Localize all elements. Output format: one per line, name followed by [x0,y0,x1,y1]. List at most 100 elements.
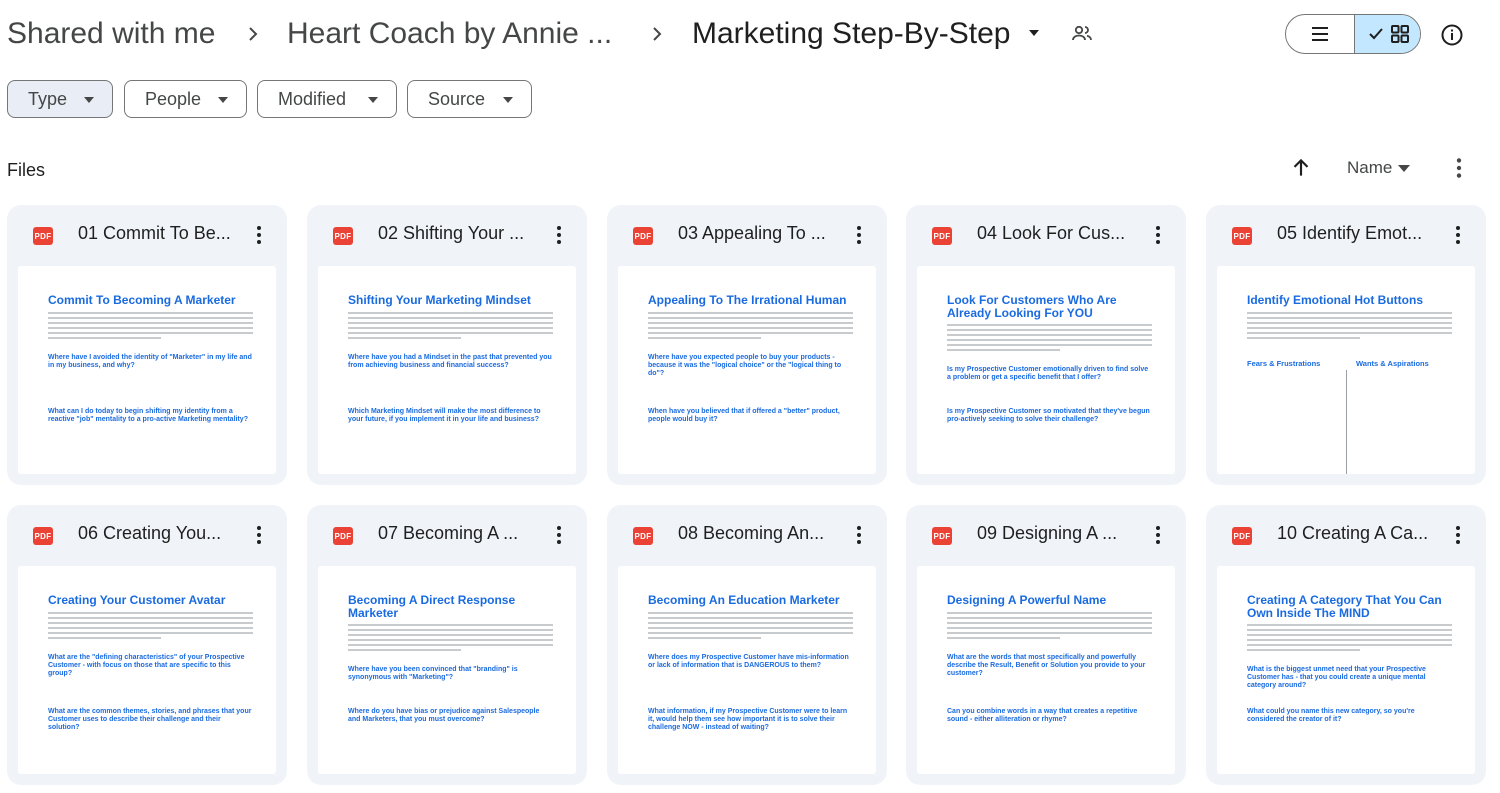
preview-heading: Becoming An Education Marketer [648,593,840,607]
pdf-icon: PDF [633,527,653,545]
preview-question: What are the "defining characteristics" … [48,654,245,677]
pdf-icon: PDF [333,227,353,245]
file-name: 04 Look For Cus... [977,223,1126,243]
chevron-right-icon [653,27,662,41]
breadcrumb-heart-coach[interactable]: Heart Coach by Annie ... [287,14,612,54]
filter-source[interactable]: Source [407,80,532,118]
preview-column-heading: Wants & Aspirations [1356,359,1429,368]
more-options-icon[interactable] [1146,223,1170,247]
file-name: 10 Creating A Ca... [1277,523,1429,543]
file-preview: Look For Customers Who Are Already Looki… [917,266,1175,474]
preview-question: Where have I avoided the identity of "Ma… [48,354,252,369]
sort-by-name-button[interactable]: Name [1347,158,1392,178]
filter-modified[interactable]: Modified [257,80,397,118]
pdf-icon: PDF [333,527,353,545]
file-card[interactable]: PDF 04 Look For Cus... Look For Customers … [906,205,1186,485]
file-preview: Commit To Becoming A Marketer Where have … [18,266,276,474]
pdf-icon: PDF [932,227,952,245]
shared-people-icon[interactable] [1070,22,1094,46]
file-name: 06 Creating You... [78,523,222,543]
pdf-icon: PDF [33,527,53,545]
preview-question: What are the words that most specificall… [947,654,1146,677]
list-view-button[interactable] [1286,15,1354,53]
top-bar: Shared with me Heart Coach by Annie ... … [0,0,1500,70]
file-card[interactable]: PDF 05 Identify Emot... Identify Emotional… [1206,205,1486,485]
more-options-icon[interactable] [1146,523,1170,547]
pdf-icon: PDF [633,227,653,245]
file-preview: Creating Your Customer Avatar What are th… [18,566,276,774]
preview-body-text [48,612,253,650]
file-card[interactable]: PDF 01 Commit To Be... Commit To Becoming … [7,205,287,485]
breadcrumb-shared-with-me[interactable]: Shared with me [7,14,215,54]
more-options-icon[interactable] [547,523,571,547]
preview-heading: Creating A Category That You Can Own Ins… [1247,593,1442,620]
preview-column-divider [1346,370,1347,474]
sort-direction-arrow-icon[interactable] [1288,155,1314,181]
breadcrumb-current-folder[interactable]: Marketing Step-By-Step [692,14,1010,54]
info-icon[interactable] [1440,23,1464,47]
preview-body-text [1247,624,1452,662]
preview-question: Where have you expected people to buy yo… [648,354,842,377]
file-preview: Creating A Category That You Can Own Ins… [1217,566,1475,774]
preview-body-text [648,312,853,350]
filter-type[interactable]: Type [7,80,113,118]
preview-heading: Becoming A Direct Response Marketer [348,593,516,620]
preview-question: Is my Prospective Customer emotionally d… [947,366,1149,381]
filter-people[interactable]: People [124,80,247,118]
file-card[interactable]: PDF 02 Shifting Your ... Shifting Your Mar… [307,205,587,485]
file-preview: Designing A Powerful Name What are the wo… [917,566,1175,774]
folder-menu-caret-icon[interactable] [1027,26,1041,40]
file-name: 03 Appealing To ... [678,223,826,243]
file-card[interactable]: PDF 07 Becoming A ... Becoming A Direct Re… [307,505,587,785]
more-options-icon[interactable] [1446,223,1470,247]
preview-heading: Identify Emotional Hot Buttons [1247,293,1423,307]
preview-body-text [947,612,1152,650]
preview-question: When have you believed that if offered a… [648,408,840,423]
preview-heading: Designing A Powerful Name [947,593,1107,607]
preview-body-text [348,624,553,662]
preview-heading: Shifting Your Marketing Mindset [348,293,531,307]
pdf-icon: PDF [33,227,53,245]
file-card[interactable]: PDF 08 Becoming An... Becoming An Educatio… [607,505,887,785]
preview-body-text [48,312,253,350]
preview-question: Which Marketing Mindset will make the mo… [348,408,541,423]
more-options-icon[interactable] [1446,523,1470,547]
files-section-label: Files [7,160,46,180]
preview-heading: Appealing To The Irrational Human [648,293,847,307]
preview-column-heading: Fears & Frustrations [1247,359,1321,368]
more-options-icon[interactable] [247,523,271,547]
filter-source-label: Source [428,88,486,109]
preview-question: Where have you had a Mindset in the past… [348,354,552,369]
more-options-icon[interactable] [1446,155,1472,181]
pdf-icon: PDF [1232,527,1252,545]
file-card[interactable]: PDF 03 Appealing To ... Appealing To The I… [607,205,887,485]
preview-question: What could you name this new category, s… [1247,708,1415,723]
more-options-icon[interactable] [847,523,871,547]
filter-type-label: Type [28,88,68,109]
file-preview: Becoming An Education Marketer Where does… [618,566,876,774]
file-name: 05 Identify Emot... [1277,223,1423,243]
preview-question: Can you combine words in a way that crea… [947,708,1138,723]
view-toggle [1285,14,1421,54]
more-options-icon[interactable] [247,223,271,247]
grid-view-button[interactable] [1354,15,1420,53]
preview-body-text [947,324,1152,362]
filter-modified-label: Modified [278,88,347,109]
file-preview: Identify Emotional Hot Buttons Fears & Fr… [1217,266,1475,474]
preview-question: What information, if my Prospective Cust… [648,708,848,731]
chevron-down-icon [84,97,94,103]
file-card[interactable]: PDF 06 Creating You... Creating Your Custo… [7,505,287,785]
chevron-down-icon [368,97,378,103]
file-card[interactable]: PDF 10 Creating A Ca... Creating A Categor… [1206,505,1486,785]
preview-question: What is the biggest unmet need that your… [1247,666,1426,689]
file-preview: Becoming A Direct Response Marketer Where… [318,566,576,774]
more-options-icon[interactable] [847,223,871,247]
file-name: 02 Shifting Your ... [378,223,525,243]
chevron-down-icon [1398,165,1410,172]
preview-question: Where have you been convinced that "bran… [348,666,518,681]
more-options-icon[interactable] [547,223,571,247]
file-card[interactable]: PDF 09 Designing A ... Designing A Powerfu… [906,505,1186,785]
preview-heading: Look For Customers Who Are Already Looki… [947,293,1117,320]
preview-question: What are the common themes, stories, and… [48,708,252,731]
preview-body-text [648,612,853,650]
